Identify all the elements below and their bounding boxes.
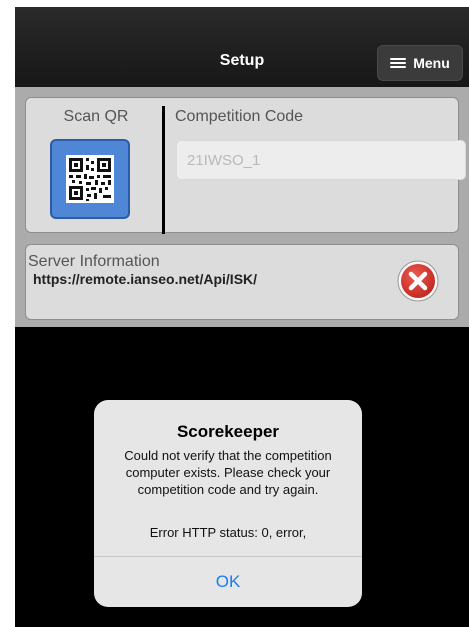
app-screen: Setup Menu Scan QR Competition Code 21IW… [15,7,469,627]
ok-button[interactable]: OK [94,557,362,607]
server-url: https://remote.ianseo.net/Api/ISK/ [33,271,258,287]
vertical-divider [162,106,165,234]
setup-content: Scan QR Competition Code 21IWSO_1 Server… [15,87,469,327]
alert-message: Could not verify that the competition co… [124,448,332,497]
server-information-panel: Server Information https://remote.ianseo… [25,244,459,320]
error-alert-dialog: Scorekeeper Could not verify that the co… [94,400,362,607]
hamburger-icon [390,56,407,70]
competition-code-input[interactable] [176,140,466,180]
server-information-label: Server Information [28,253,160,270]
scan-qr-label: Scan QR [63,108,129,125]
clear-server-button[interactable] [396,259,440,303]
alert-title: Scorekeeper [176,422,280,441]
navigation-bar: Setup Menu [15,7,469,87]
alert-error-detail: Error HTTP status: 0, error, [149,525,307,540]
menu-button[interactable]: Menu [377,45,463,81]
competition-panel: Scan QR Competition Code 21IWSO_1 [25,97,466,234]
qr-code-icon [66,155,114,203]
scan-qr-button[interactable] [50,139,130,219]
competition-code-label: Competition Code [175,108,304,125]
menu-button-label: Menu [413,55,450,71]
